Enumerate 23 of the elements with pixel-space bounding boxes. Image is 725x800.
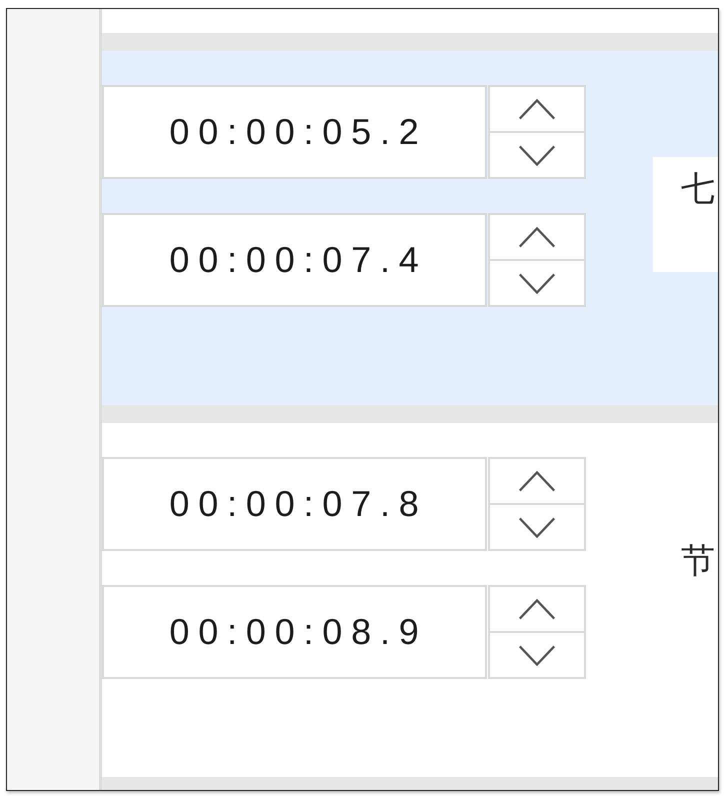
chevron-up-icon bbox=[518, 98, 556, 120]
chevron-down-icon bbox=[518, 644, 556, 666]
chevron-up-icon bbox=[518, 226, 556, 248]
chevron-up-icon bbox=[518, 470, 556, 492]
decrement-button[interactable] bbox=[488, 261, 586, 307]
end-time-field[interactable]: 00:00:07.4 bbox=[102, 213, 487, 307]
increment-button[interactable] bbox=[488, 213, 586, 261]
start-time-field[interactable]: 00:00:05.2 bbox=[102, 85, 487, 179]
chevron-down-icon bbox=[518, 144, 556, 166]
increment-button[interactable] bbox=[488, 585, 586, 633]
chevron-down-icon bbox=[518, 272, 556, 294]
subtitle-row[interactable]: 00:00:05.2 00:00:07.4 七 bbox=[102, 51, 718, 405]
increment-button[interactable] bbox=[488, 85, 586, 133]
chevron-down-icon bbox=[518, 516, 556, 538]
chevron-up-icon bbox=[518, 598, 556, 620]
start-time-field[interactable]: 00:00:07.8 bbox=[102, 457, 487, 551]
subtitle-text-field[interactable]: 七 bbox=[653, 157, 718, 272]
decrement-button[interactable] bbox=[488, 633, 586, 679]
subtitle-text: 节 bbox=[680, 540, 716, 583]
decrement-button[interactable] bbox=[488, 505, 586, 551]
end-time-field[interactable]: 00:00:08.9 bbox=[102, 585, 487, 679]
increment-button[interactable] bbox=[488, 457, 586, 505]
decrement-button[interactable] bbox=[488, 133, 586, 179]
